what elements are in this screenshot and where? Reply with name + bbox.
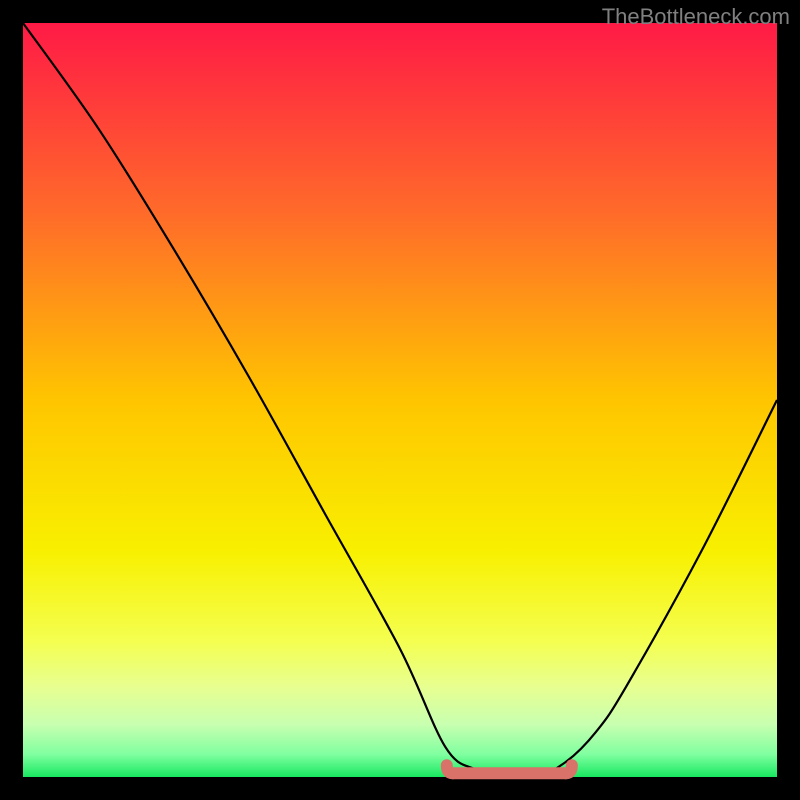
optimal-range-end [566,765,572,773]
chart-container: TheBottleneck.com [0,0,800,800]
attribution-label: TheBottleneck.com [602,4,790,30]
plot-background [23,23,777,777]
bottleneck-chart [0,0,800,800]
optimal-range-end [447,765,453,773]
